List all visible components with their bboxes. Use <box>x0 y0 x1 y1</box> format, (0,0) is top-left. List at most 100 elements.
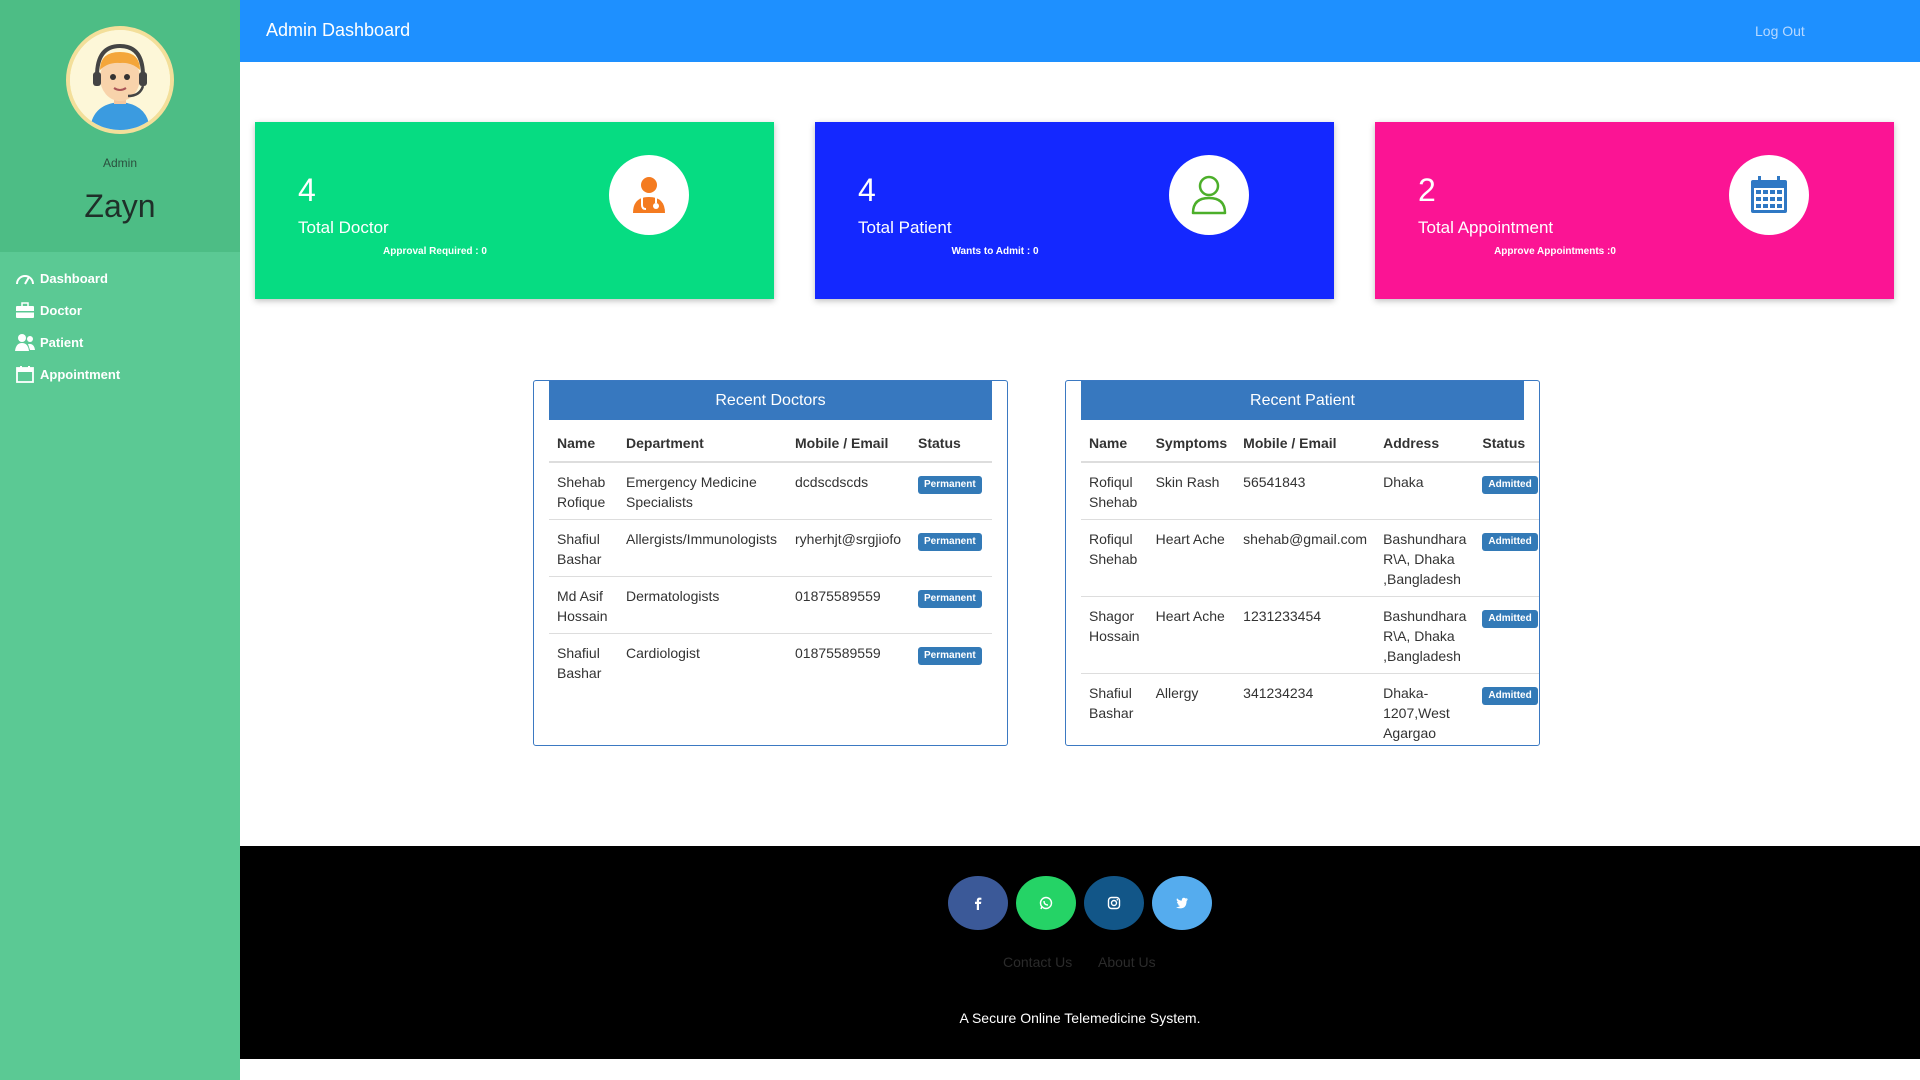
role-label: Admin <box>102 156 137 170</box>
recent-patients-panel: Recent Patient Name Symptoms Mobile / Em… <box>1065 380 1540 746</box>
status-badge: Admitted <box>1482 687 1538 705</box>
user-icon <box>1191 175 1227 215</box>
appointment-label: Total Appointment <box>1418 218 1554 237</box>
column-header: Name <box>549 425 618 463</box>
doctor-contact: ryherhjt@srgjiofo <box>787 519 910 577</box>
total-appointment-card[interactable]: 2 Total Appointment Approve Appointments… <box>1375 122 1894 299</box>
status-badge: Admitted <box>1482 476 1538 494</box>
patient-count: 4 <box>858 172 876 208</box>
doctor-name: Shafiul Bashar <box>549 519 618 577</box>
doctor-department: Emergency Medicine Specialists <box>618 461 787 520</box>
appointment-icon-circle <box>1729 155 1809 235</box>
patient-address: Dhaka <box>1375 461 1475 520</box>
patient-label: Total Patient <box>858 218 952 237</box>
column-header: Status <box>1474 425 1539 463</box>
patient-address: Dhaka-1207,West Agargao <box>1375 673 1475 745</box>
recent-doctors-table: Name Department Mobile / Email Status Sh… <box>549 425 992 690</box>
patient-address: Bashundhara R\A, Dhaka ,Bangladesh <box>1375 519 1475 597</box>
patient-contact: shehab@gmail.com <box>1235 519 1376 597</box>
patient-name: Rofiqul Shehab <box>1081 461 1148 520</box>
whatsapp-button[interactable] <box>1016 876 1076 930</box>
patient-name: Rofiqul Shehab <box>1081 519 1148 597</box>
top-header: Admin Dashboard Log Out <box>240 0 1920 62</box>
sidebar-item-label: Appointment <box>40 366 121 382</box>
patient-icon-circle <box>1169 155 1249 235</box>
patient-symptoms: Skin Rash <box>1147 461 1236 520</box>
status-badge: Permanent <box>918 476 982 494</box>
twitter-button[interactable] <box>1152 876 1212 930</box>
recent-patients-table: Name Symptoms Mobile / Email Address Sta… <box>1081 425 1539 745</box>
column-header: Name <box>1081 425 1148 463</box>
recent-doctors-title: Recent Doctors <box>549 381 992 420</box>
status-badge: Admitted <box>1482 533 1538 551</box>
page-title: Admin Dashboard <box>266 20 411 40</box>
table-row[interactable]: Md Asif Hossain Dermatologists 018755895… <box>549 576 992 634</box>
footer: Contact Us About Us A Secure Online Tele… <box>240 846 1920 1059</box>
total-patient-card[interactable]: 4 Total Patient Wants to Admit : 0 <box>815 122 1334 299</box>
patient-address: Bashundhara R\A, Dhaka ,Bangladesh <box>1375 596 1475 674</box>
table-header-row: Name Symptoms Mobile / Email Address Sta… <box>1081 425 1539 463</box>
about-us-link[interactable]: About Us <box>1098 954 1156 970</box>
status-badge: Permanent <box>918 647 982 665</box>
doctor-icon-circle <box>609 155 689 235</box>
table-row[interactable]: Shagor Hossain Heart Ache 1231233454 Bas… <box>1081 596 1539 674</box>
doctor-name: Shafiul Bashar <box>549 633 618 690</box>
table-header-row: Name Department Mobile / Email Status <box>549 425 992 463</box>
footer-tagline: A Secure Online Telemedicine System. <box>959 1010 1201 1026</box>
facebook-button[interactable] <box>948 876 1008 930</box>
doctor-department: Dermatologists <box>618 576 787 634</box>
patient-contact: 1231233454 <box>1235 596 1376 674</box>
patient-name: Shagor Hossain <box>1081 596 1148 674</box>
sidebar-item-doctor[interactable]: Doctor <box>0 294 240 326</box>
doctor-contact: 01875589559 <box>787 576 910 634</box>
column-header: Status <box>910 425 992 463</box>
total-doctor-card[interactable]: 4 Total Doctor Approval Required : 0 <box>255 122 774 299</box>
doctor-label: Total Doctor <box>298 218 389 237</box>
approval-required: Approval Required : 0 <box>383 246 487 257</box>
recent-doctors-panel: Recent Doctors Name Department Mobile / … <box>533 380 1008 746</box>
sidebar: Admin Zayn Dashboard Doctor Patient Appo… <box>0 0 240 1080</box>
status-badge: Permanent <box>918 533 982 551</box>
column-header: Address <box>1375 425 1475 463</box>
table-row[interactable]: Shehab Rofique Emergency Medicine Specia… <box>549 461 992 520</box>
table-row[interactable]: Rofiqul Shehab Heart Ache shehab@gmail.c… <box>1081 519 1539 597</box>
patient-contact: 341234234 <box>1235 673 1376 745</box>
sidebar-item-appointment[interactable]: Appointment <box>0 358 240 390</box>
contact-us-link[interactable]: Contact Us <box>1003 954 1072 970</box>
column-header: Department <box>618 425 787 463</box>
wants-to-admit: Wants to Admit : 0 <box>951 246 1039 257</box>
avatar <box>66 26 174 134</box>
doctor-name: Md Asif Hossain <box>549 576 618 634</box>
status-badge: Admitted <box>1482 610 1538 628</box>
logout-link[interactable]: Log Out <box>1755 23 1805 39</box>
users-icon <box>14 333 36 351</box>
column-header: Mobile / Email <box>1235 425 1376 463</box>
patient-symptoms: Heart Ache <box>1147 519 1236 597</box>
table-row[interactable]: Shafiul Bashar Allergy 341234234 Dhaka-1… <box>1081 673 1539 745</box>
support-agent-icon <box>70 30 170 130</box>
calendar-icon <box>1751 176 1787 213</box>
table-row[interactable]: Shafiul Bashar Cardiologist 01875589559 … <box>549 633 992 690</box>
sidebar-item-dashboard[interactable]: Dashboard <box>0 262 240 294</box>
patient-symptoms: Heart Ache <box>1147 596 1236 674</box>
briefcase-icon <box>14 301 36 319</box>
instagram-icon <box>1107 896 1121 910</box>
doctor-contact: dcdscdscds <box>787 461 910 520</box>
doctor-icon <box>633 177 665 213</box>
recent-patients-title: Recent Patient <box>1081 381 1524 420</box>
table-row[interactable]: Shafiul Bashar Allergists/Immunologists … <box>549 519 992 577</box>
instagram-button[interactable] <box>1084 876 1144 930</box>
sidebar-item-label: Dashboard <box>40 270 108 286</box>
sidebar-nav: Dashboard Doctor Patient Appointment <box>0 262 240 390</box>
sidebar-item-label: Doctor <box>40 302 82 318</box>
whatsapp-icon <box>1039 896 1053 910</box>
table-row[interactable]: Rofiqul Shehab Skin Rash 56541843 Dhaka … <box>1081 461 1539 520</box>
profile-panel: Admin Zayn <box>0 0 240 252</box>
patient-symptoms: Allergy <box>1147 673 1236 745</box>
facebook-icon <box>975 897 982 910</box>
sidebar-item-label: Patient <box>40 334 84 350</box>
status-badge: Permanent <box>918 590 982 608</box>
patient-name: Shafiul Bashar <box>1081 673 1148 745</box>
column-header: Mobile / Email <box>787 425 910 463</box>
sidebar-item-patient[interactable]: Patient <box>0 326 240 358</box>
